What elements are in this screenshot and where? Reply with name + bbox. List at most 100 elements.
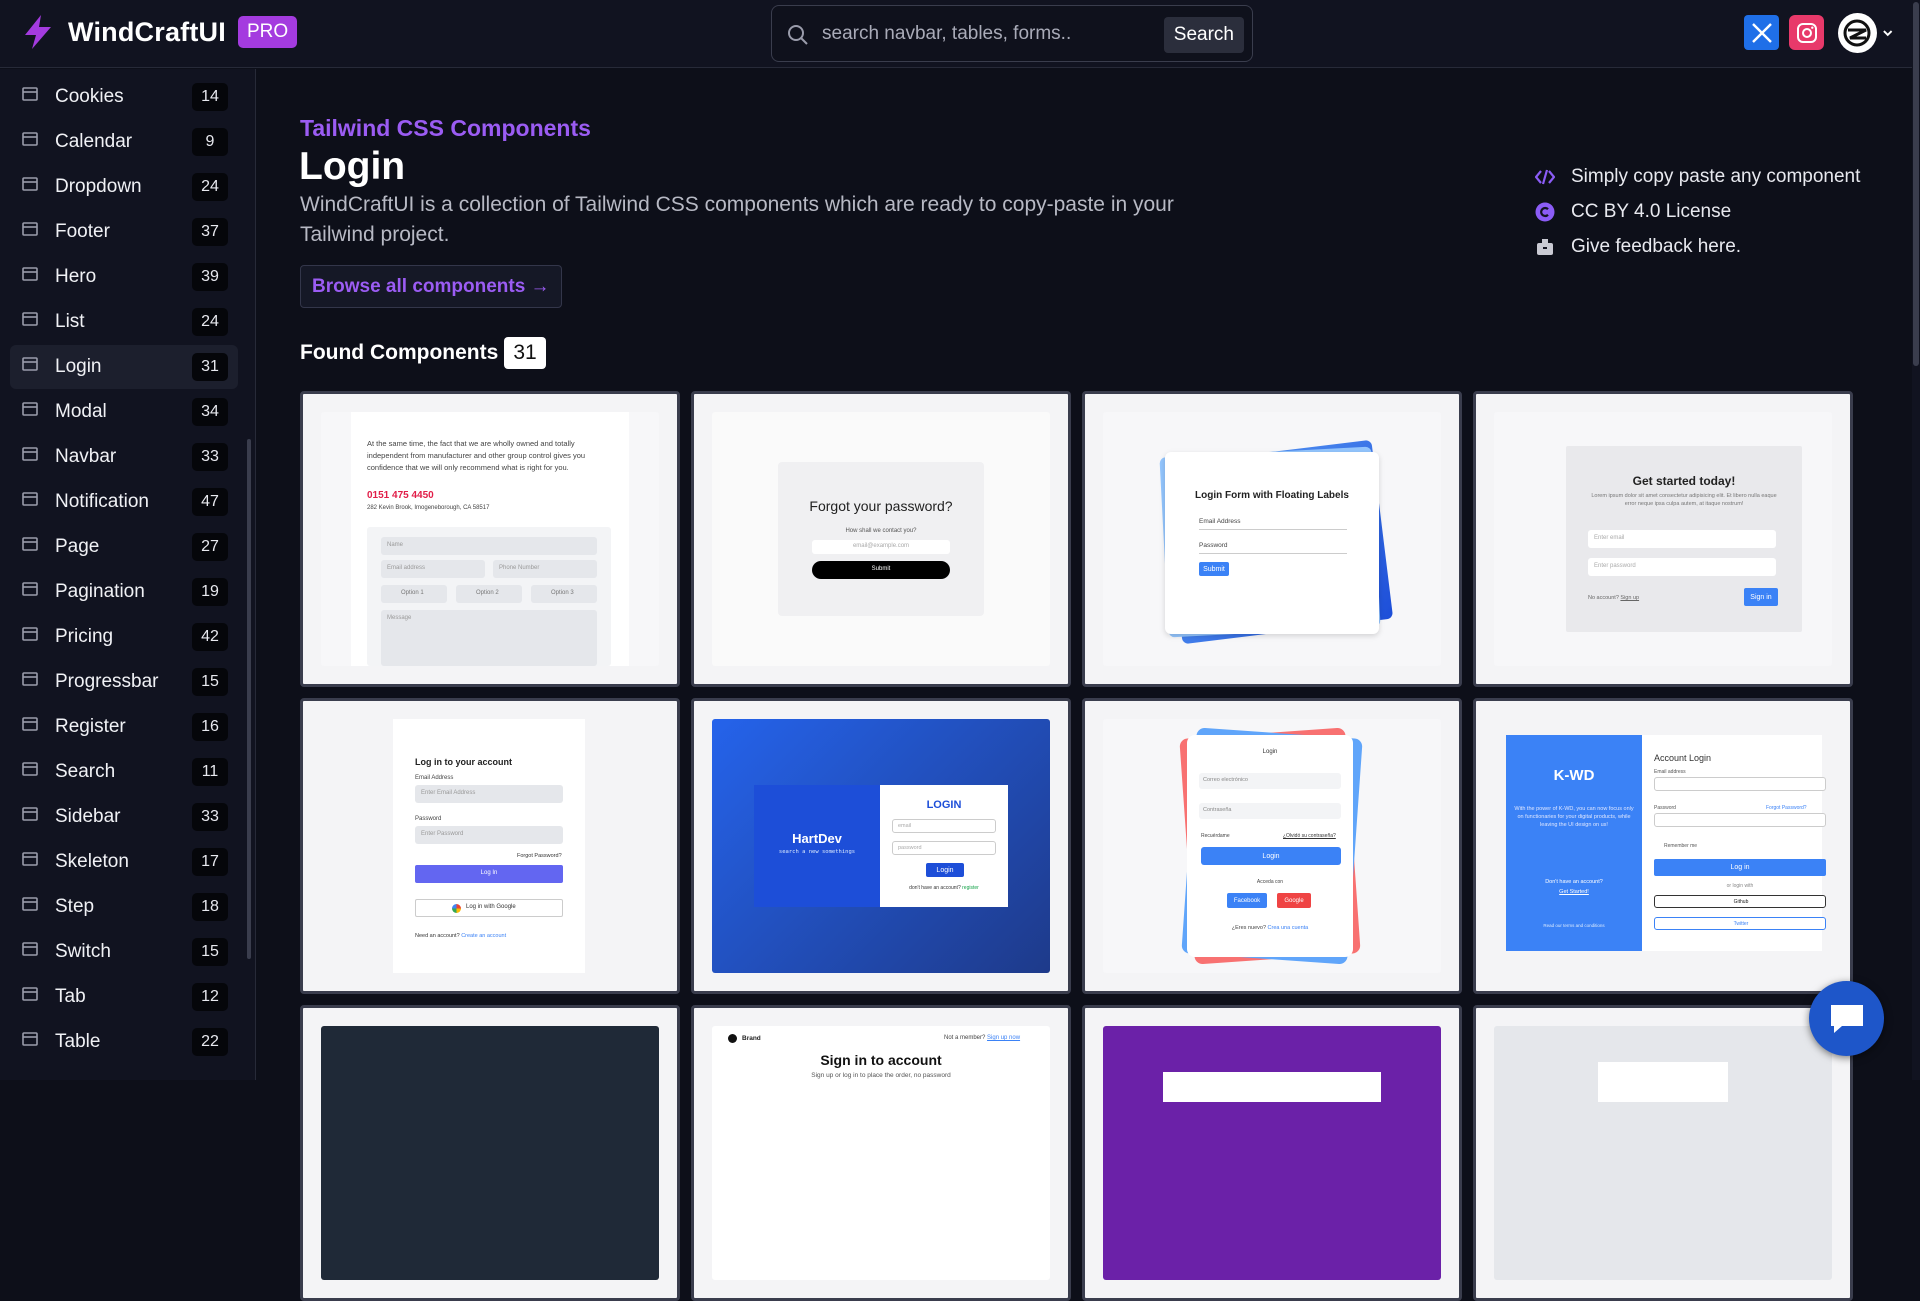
mailbox-icon — [1535, 237, 1555, 257]
sidebar-item-label: Navbar — [55, 446, 117, 467]
sidebar-item-count: 9 — [192, 128, 228, 156]
sidebar-item-page[interactable]: Page 27 — [10, 525, 238, 569]
preview-label: Email address — [1654, 769, 1686, 775]
component-icon — [22, 942, 38, 956]
sidebar-item-skeleton[interactable]: Skeleton 17 — [10, 840, 238, 884]
sidebar-item-dropdown[interactable]: Dropdown 24 — [10, 165, 238, 209]
sidebar-item-count: 16 — [192, 713, 228, 741]
preview-text: Lorem ipsum dolor sit amet consectetur a… — [1591, 493, 1777, 507]
sidebar-item-notification[interactable]: Notification 47 — [10, 480, 238, 524]
sidebar-item-search[interactable]: Search 11 — [10, 750, 238, 794]
preview-label: Password — [415, 816, 442, 822]
sidebar-item-cookies[interactable]: Cookies 14 — [10, 75, 238, 119]
sidebar-item-count: 11 — [192, 758, 228, 786]
component-card-sign-in-account[interactable]: Brand Not a member? Sign up now Sign in … — [691, 1005, 1071, 1301]
preview-link: Forgot Password? — [517, 853, 562, 859]
found-components-header: Found Components 31 — [300, 337, 546, 369]
preview-button: Log in — [1654, 859, 1826, 876]
component-card-log-in-account[interactable]: Log in to your account Email Address Ent… — [300, 698, 680, 994]
sidebar-item-register[interactable]: Register 16 — [10, 705, 238, 749]
feature-license[interactable]: CC BY 4.0 License — [1535, 194, 1860, 229]
component-card-forgot-password[interactable]: Forgot your password? How shall we conta… — [691, 391, 1071, 687]
pro-badge[interactable]: PRO — [237, 16, 298, 48]
feature-copy-paste[interactable]: Simply copy paste any component — [1535, 159, 1860, 194]
component-card-spanish-login[interactable]: Login Correo electrónico Contraseña Recu… — [1082, 698, 1462, 994]
component-card-kwd-account-login[interactable]: K-WD With the power of K-WD, you can now… — [1473, 698, 1853, 994]
preview-field: Message — [387, 615, 412, 621]
sidebar-item-sidebar[interactable]: Sidebar 33 — [10, 795, 238, 839]
instagram-link[interactable] — [1789, 15, 1824, 50]
component-preview: Forgot your password? How shall we conta… — [712, 412, 1050, 666]
component-icon — [22, 357, 38, 371]
sidebar-item-count: 24 — [192, 308, 228, 336]
x-twitter-link[interactable] — [1744, 15, 1779, 50]
chevron-down-icon — [1882, 30, 1892, 37]
component-icon — [22, 807, 38, 821]
sidebar-item-switch[interactable]: Switch 15 — [10, 930, 238, 974]
component-icon — [22, 897, 38, 911]
preview-input: password — [898, 845, 922, 851]
sidebar-item-count: 12 — [192, 983, 228, 1011]
sidebar-item-pricing[interactable]: Pricing 42 — [10, 615, 238, 659]
sidebar-item-label: Step — [55, 896, 95, 917]
component-card-contact-form[interactable]: At the same time, the fact that we are w… — [300, 391, 680, 687]
sidebar-item-label: Footer — [55, 221, 110, 242]
preview-link: Create an account — [461, 933, 507, 939]
sidebar-item-hero[interactable]: Hero 39 — [10, 255, 238, 299]
sidebar-item-label: Calendar — [55, 131, 133, 152]
sidebar-item-label: Notification — [55, 491, 149, 512]
preview-phone: 0151 475 4450 — [367, 490, 434, 501]
preview-button: Submit — [1199, 562, 1229, 576]
sidebar-scrollbar[interactable] — [247, 439, 251, 959]
sidebar-item-step[interactable]: Step 18 — [10, 885, 238, 929]
feature-feedback[interactable]: Give feedback here. — [1535, 229, 1860, 264]
x-icon — [1751, 22, 1772, 43]
component-card-hartdev-login[interactable]: HartDev search a new somethings LOGIN em… — [691, 698, 1071, 994]
sidebar-item-tab[interactable]: Tab 12 — [10, 975, 238, 1019]
preview-no-account: No account? — [1588, 595, 1619, 601]
search-input[interactable] — [822, 18, 1122, 50]
page-scrollbar-thumb[interactable] — [1913, 2, 1919, 366]
sidebar: Cookies 14 Calendar 9 Dropdown 24 Footer 37 Hero… — [0, 69, 256, 1080]
preview-label: Password — [1654, 805, 1676, 811]
sidebar-item-modal[interactable]: Modal 34 — [10, 390, 238, 434]
page-scrollbar[interactable] — [1912, 0, 1920, 1080]
sidebar-item-label: Dropdown — [55, 176, 142, 197]
theme-menu[interactable] — [1838, 13, 1894, 53]
sidebar-item-label: Search — [55, 761, 116, 782]
sidebar-item-count: 37 — [192, 218, 228, 246]
component-card-floating-labels[interactable]: Login Form with Floating Labels Email Ad… — [1082, 391, 1462, 687]
sidebar-item-calendar[interactable]: Calendar 9 — [10, 120, 238, 164]
component-icon — [22, 852, 38, 866]
preview-brand: Brand — [742, 1035, 761, 1042]
sidebar-item-table[interactable]: Table 22 — [10, 1020, 238, 1064]
sidebar-item-login[interactable]: Login 31 — [10, 345, 238, 389]
component-card-gray-login[interactable] — [1473, 1005, 1853, 1301]
sidebar-item-pagination[interactable]: Pagination 19 — [10, 570, 238, 614]
component-icon — [22, 312, 38, 326]
component-preview: Login Form with Floating Labels Email Ad… — [1103, 412, 1441, 666]
browse-all-components-button[interactable]: Browse all components → — [300, 265, 562, 308]
component-preview — [1494, 1026, 1832, 1280]
sidebar-item-list[interactable]: List 24 — [10, 300, 238, 344]
search-button[interactable]: Search — [1163, 17, 1244, 53]
brand[interactable]: WindCraftUI PRO — [20, 14, 298, 50]
sidebar-item-navbar[interactable]: Navbar 33 — [10, 435, 238, 479]
preview-title: Login — [1262, 749, 1278, 755]
sidebar-item-progressbar[interactable]: Progressbar 15 — [10, 660, 238, 704]
preview-title: Forgot your password? — [809, 498, 953, 514]
sidebar-item-count: 17 — [192, 848, 228, 876]
theme-avatar-icon — [1838, 13, 1877, 53]
preview-input: Enter Password — [421, 831, 464, 837]
sidebar-item-label: Skeleton — [55, 851, 129, 872]
sidebar-item-footer[interactable]: Footer 37 — [10, 210, 238, 254]
page-title: Login — [299, 145, 406, 188]
component-card-purple-login[interactable] — [1082, 1005, 1462, 1301]
component-preview: HartDev search a new somethings LOGIN em… — [712, 719, 1050, 973]
component-card-get-started[interactable]: Get started today! Lorem ipsum dolor sit… — [1473, 391, 1853, 687]
features-list: Simply copy paste any component CC BY 4.… — [1535, 159, 1860, 264]
chat-support-button[interactable] — [1809, 981, 1884, 1056]
preview-title: Log in to your account — [415, 757, 512, 767]
component-card-dark-login[interactable] — [300, 1005, 680, 1301]
copyright-icon — [1535, 202, 1555, 222]
